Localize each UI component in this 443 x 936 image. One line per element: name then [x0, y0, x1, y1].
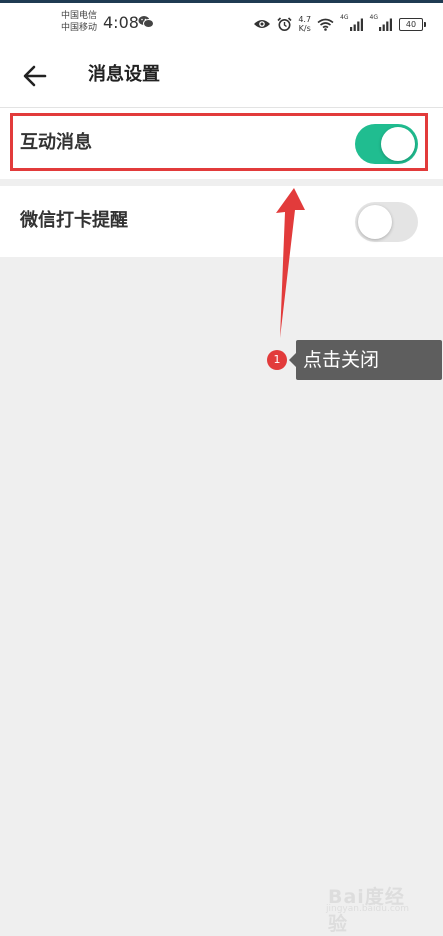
watermark-sub: jingyan.baidu.com — [326, 904, 410, 914]
step-badge: 1 — [267, 350, 287, 370]
annotation-arrow — [276, 188, 305, 338]
baidu-jingyan-watermark: Bai度经验 jingyan.baidu.com — [320, 880, 420, 935]
annotation-tooltip: 点击关闭 — [289, 340, 442, 380]
